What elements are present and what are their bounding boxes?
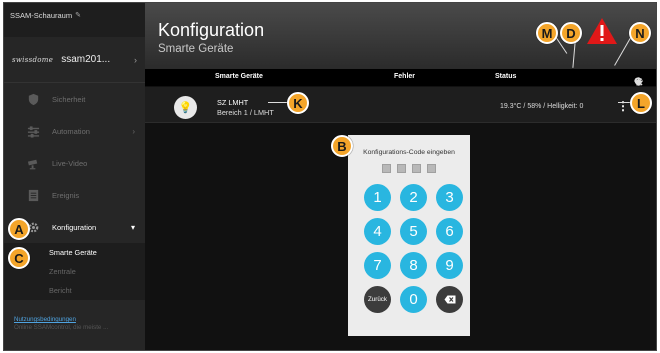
key-9[interactable]: 9 bbox=[436, 252, 463, 279]
sidebar-item-label: Ereignis bbox=[52, 190, 80, 200]
subitem-bericht[interactable]: Bericht bbox=[4, 281, 145, 300]
callout-marker-m: M bbox=[536, 22, 558, 44]
callout-marker-k: K bbox=[287, 92, 309, 114]
key-3[interactable]: 3 bbox=[436, 184, 463, 211]
org-logo: swissdome bbox=[12, 55, 54, 64]
shield-icon bbox=[26, 92, 40, 106]
key-6[interactable]: 6 bbox=[436, 218, 463, 245]
column-header-devices: Smarte Geräte bbox=[215, 73, 263, 80]
callout-marker-c: C bbox=[8, 247, 30, 269]
chevron-down-icon: ▾ bbox=[130, 222, 135, 232]
code-digit-box bbox=[412, 164, 421, 173]
kebab-menu-icon[interactable]: ⋮ bbox=[617, 97, 629, 115]
key-0[interactable]: 0 bbox=[400, 286, 427, 313]
footer-text: Online SSAMcontrol, die meiste ... bbox=[14, 324, 109, 331]
sidebar-item-live-video[interactable]: Live-Video bbox=[4, 147, 145, 179]
app-window: SSAM-Schauraum ✎ swissdome ssam201... › … bbox=[3, 2, 657, 351]
key-4[interactable]: 4 bbox=[364, 218, 391, 245]
callout-marker-n: N bbox=[629, 22, 651, 44]
sidebar-item-label: Live-Video bbox=[52, 158, 88, 168]
sidebar-item-label: Sicherheit bbox=[52, 94, 86, 104]
page-title: Konfiguration bbox=[158, 20, 265, 40]
code-digit-boxes bbox=[348, 164, 470, 173]
dialog-title: Konfigurations-Code eingeben bbox=[363, 149, 455, 156]
column-header-errors: Fehler bbox=[394, 73, 416, 80]
code-digit-box bbox=[427, 164, 436, 173]
callout-marker-d: D bbox=[560, 22, 582, 44]
site-title: SSAM-Schauraum bbox=[10, 11, 73, 20]
page-subtitle: Smarte Geräte bbox=[158, 43, 234, 55]
table-row[interactable]: 💡 SZ LMHT Bereich 1 / LMHT 19.3°C / 58% … bbox=[145, 87, 656, 123]
sidebar: SSAM-Schauraum ✎ swissdome ssam201... › … bbox=[4, 3, 145, 350]
backspace-button[interactable] bbox=[436, 286, 463, 313]
chevron-right-icon: › bbox=[134, 54, 137, 65]
callout-marker-b: B bbox=[331, 135, 353, 157]
back-button[interactable]: Zurück bbox=[364, 286, 391, 313]
sidebar-item-label: Konfiguration bbox=[52, 222, 97, 232]
numeric-keypad: 1 2 3 4 5 6 7 8 9 Zurück 0 bbox=[364, 184, 463, 313]
code-digit-box bbox=[382, 164, 391, 173]
sliders-icon bbox=[26, 124, 40, 138]
log-icon bbox=[26, 188, 40, 202]
sidebar-item-ereignis[interactable]: Ereignis bbox=[4, 179, 145, 211]
sidebar-item-label: Automation bbox=[52, 126, 90, 136]
column-header-status: Status bbox=[495, 73, 517, 80]
callout-line bbox=[268, 102, 288, 103]
sidebar-header: SSAM-Schauraum ✎ bbox=[4, 3, 145, 37]
config-code-dialog: Konfigurations-Code eingeben 1 2 3 4 5 6… bbox=[348, 135, 470, 336]
callout-marker-a: A bbox=[8, 218, 30, 240]
org-name: ssam201... bbox=[61, 54, 111, 65]
terms-link[interactable]: Nutzungsbedingungen bbox=[14, 316, 139, 324]
sidebar-item-sicherheit[interactable]: Sicherheit bbox=[4, 83, 145, 115]
sidebar-item-automation[interactable]: Automation › bbox=[4, 115, 145, 147]
device-name: SZ LMHT bbox=[217, 98, 249, 107]
key-7[interactable]: 7 bbox=[364, 252, 391, 279]
edit-icon[interactable]: ✎ bbox=[75, 11, 81, 19]
sensor-icon: 💡 bbox=[174, 96, 197, 119]
key-5[interactable]: 5 bbox=[400, 218, 427, 245]
org-switcher[interactable]: swissdome ssam201... › bbox=[4, 37, 145, 83]
table-header: Smarte Geräte Fehler Status bbox=[145, 69, 656, 86]
chevron-right-icon: › bbox=[132, 126, 135, 136]
device-area: Bereich 1 / LMHT bbox=[217, 108, 274, 117]
camera-icon bbox=[26, 156, 40, 170]
callout-marker-l: L bbox=[630, 92, 652, 114]
key-2[interactable]: 2 bbox=[400, 184, 427, 211]
key-1[interactable]: 1 bbox=[364, 184, 391, 211]
backspace-icon bbox=[444, 295, 455, 304]
device-status: 19.3°C / 58% / Helligkeit: 0 bbox=[500, 103, 584, 110]
key-8[interactable]: 8 bbox=[400, 252, 427, 279]
warning-icon bbox=[587, 18, 617, 44]
sidebar-footer: Nutzungsbedingungen Online SSAMcontrol, … bbox=[14, 316, 139, 332]
code-digit-box bbox=[397, 164, 406, 173]
